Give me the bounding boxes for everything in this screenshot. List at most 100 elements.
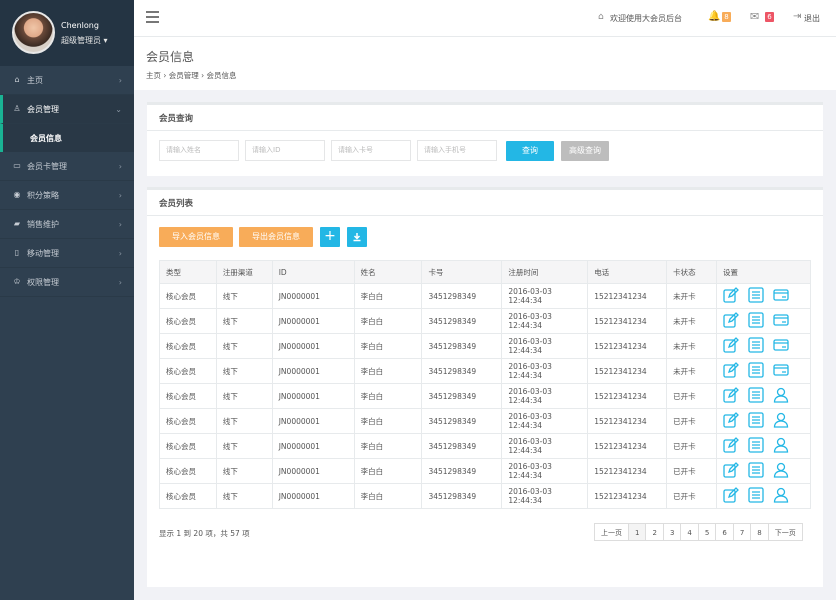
edit-icon[interactable] — [723, 312, 739, 330]
table-cell: JN0000001 — [271, 483, 355, 509]
page-button[interactable]: 7 — [732, 523, 752, 541]
page-button[interactable]: 8 — [750, 523, 769, 541]
list-icon[interactable] — [748, 487, 764, 505]
table-cell: 线下 — [215, 433, 273, 459]
column-header: 类型 — [159, 260, 217, 284]
table-cell: 未开卡 — [666, 333, 717, 359]
table-cell: 2016-03-03 12:44:34 — [501, 283, 589, 309]
table-cell: 线下 — [215, 283, 273, 309]
card-input[interactable]: 请输入卡号 — [331, 140, 411, 161]
pagination: 上一页 1 2 3 4 5 6 7 8 下一页 — [594, 523, 803, 541]
avatar[interactable] — [12, 11, 55, 54]
bell-badge: 8 — [722, 12, 731, 22]
sidebar-item-members[interactable]: ♙ 会员管理 ⌄ — [0, 95, 134, 124]
add-icon[interactable]: + — [320, 227, 340, 247]
table-cell: 3451298349 — [421, 308, 503, 334]
sidebar-item-cards[interactable]: ▭ 会员卡管理 › — [0, 152, 134, 181]
sidebar-item-points[interactable]: ◉ 积分策略 › — [0, 181, 134, 210]
table-cell: JN0000001 — [271, 308, 355, 334]
page-button[interactable]: 6 — [715, 523, 734, 541]
table-cell: 李白白 — [353, 408, 423, 434]
edit-icon[interactable] — [723, 412, 739, 430]
list-icon[interactable] — [748, 412, 764, 430]
name-input[interactable]: 请输入姓名 — [159, 140, 239, 161]
card-icon[interactable] — [773, 312, 789, 330]
sidebar-item-permission[interactable]: ♔ 权限管理 › — [0, 268, 134, 297]
table-row: 核心会员 线下 JN0000001 李白白 3451298349 2016-03-03 1… — [159, 308, 811, 334]
query-button[interactable]: 查询 — [506, 141, 554, 161]
column-header: 电话 — [587, 260, 668, 284]
list-icon[interactable] — [748, 337, 764, 355]
card-icon[interactable] — [773, 287, 789, 305]
edit-icon[interactable] — [723, 487, 739, 505]
menu-toggle-icon[interactable] — [146, 11, 159, 23]
list-icon[interactable] — [748, 362, 764, 380]
table-cell: 2016-03-03 12:44:34 — [501, 358, 589, 384]
bell-icon[interactable]: 🔔 — [708, 11, 720, 22]
sidebar-item-label: 主页 — [27, 75, 43, 85]
table-header-row: 类型 注册渠道 ID 姓名 卡号 注册时间 电话 卡状态 设置 — [159, 260, 811, 284]
logout-link[interactable]: 退出 — [804, 13, 820, 24]
import-button[interactable]: 导入会员信息 — [159, 227, 233, 247]
list-icon[interactable] — [748, 437, 764, 455]
table-cell: 3451298349 — [421, 483, 503, 509]
table-cell: 线下 — [215, 308, 273, 334]
page-button[interactable]: 5 — [697, 523, 717, 541]
user-icon[interactable] — [773, 462, 789, 480]
table-info: 显示 1 到 20 项，共 57 项 — [159, 529, 250, 538]
sidebar-item-home[interactable]: ⌂ 主页 › — [0, 66, 134, 95]
page-button[interactable]: 4 — [680, 523, 699, 541]
table-cell: JN0000001 — [271, 383, 355, 409]
column-header: 姓名 — [353, 260, 423, 284]
advanced-query-button[interactable]: 高级查询 — [561, 141, 609, 161]
edit-icon[interactable] — [723, 387, 739, 405]
list-icon[interactable] — [748, 312, 764, 330]
next-page-button[interactable]: 下一页 — [767, 523, 803, 541]
table-cell: 15212341234 — [587, 408, 668, 434]
table-cell: 核心会员 — [159, 433, 217, 459]
home-icon: ⌂ — [598, 12, 604, 22]
mail-icon[interactable]: ✉ — [750, 10, 759, 23]
table-row: 核心会员 线下 JN0000001 李白白 3451298349 2016-03-03 1… — [159, 283, 811, 309]
edit-icon[interactable] — [723, 362, 739, 380]
user-icon[interactable] — [773, 412, 789, 430]
sidebar-subitem-member-info[interactable]: 会员信息 — [0, 124, 134, 152]
page-button[interactable]: 1 — [628, 523, 647, 541]
card-icon[interactable] — [773, 362, 789, 380]
card-icon[interactable] — [773, 337, 789, 355]
list-icon[interactable] — [748, 387, 764, 405]
prev-page-button[interactable]: 上一页 — [594, 523, 629, 541]
page-button[interactable]: 3 — [662, 523, 682, 541]
edit-icon[interactable] — [723, 462, 739, 480]
sidebar-item-mobile[interactable]: ▯ 移动管理 › — [0, 239, 134, 268]
download-icon[interactable] — [347, 227, 367, 247]
breadcrumb[interactable]: 主页 › 会员管理 › 会员信息 — [146, 70, 237, 81]
users-icon: ♙ — [13, 104, 21, 113]
table-cell: JN0000001 — [271, 408, 355, 434]
column-header: 设置 — [716, 260, 811, 284]
user-icon[interactable] — [773, 487, 789, 505]
list-icon[interactable] — [748, 462, 764, 480]
id-input[interactable]: 请输入ID — [245, 140, 325, 161]
sidebar: Chenlong 超级管理员 ▾ ⌂ 主页 › ♙ 会员管理 ⌄ 会员信息 ▭ 会员卡管理… — [0, 0, 134, 600]
page-header: 会员信息 主页 › 会员管理 › 会员信息 — [134, 36, 836, 90]
table-cell: JN0000001 — [271, 458, 355, 484]
edit-icon[interactable] — [723, 337, 739, 355]
mail-badge: 6 — [765, 12, 774, 22]
chevron-right-icon: › — [118, 76, 122, 85]
user-role-dropdown[interactable]: 超级管理员 ▾ — [61, 35, 108, 46]
page-button[interactable]: 2 — [645, 523, 664, 541]
table-cell: 线下 — [215, 358, 273, 384]
list-icon[interactable] — [748, 287, 764, 305]
edit-icon[interactable] — [723, 287, 739, 305]
table-cell: 3451298349 — [421, 333, 503, 359]
user-icon[interactable] — [773, 387, 789, 405]
sidebar-item-sales[interactable]: ▰ 销售维护 › — [0, 210, 134, 239]
chevron-right-icon: › — [118, 249, 122, 258]
logout-icon[interactable]: ⇥ — [793, 11, 801, 22]
edit-icon[interactable] — [723, 437, 739, 455]
export-button[interactable]: 导出会员信息 — [239, 227, 313, 247]
phone-input[interactable]: 请输入手机号 — [417, 140, 497, 161]
table-cell: 核心会员 — [159, 358, 217, 384]
user-icon[interactable] — [773, 437, 789, 455]
